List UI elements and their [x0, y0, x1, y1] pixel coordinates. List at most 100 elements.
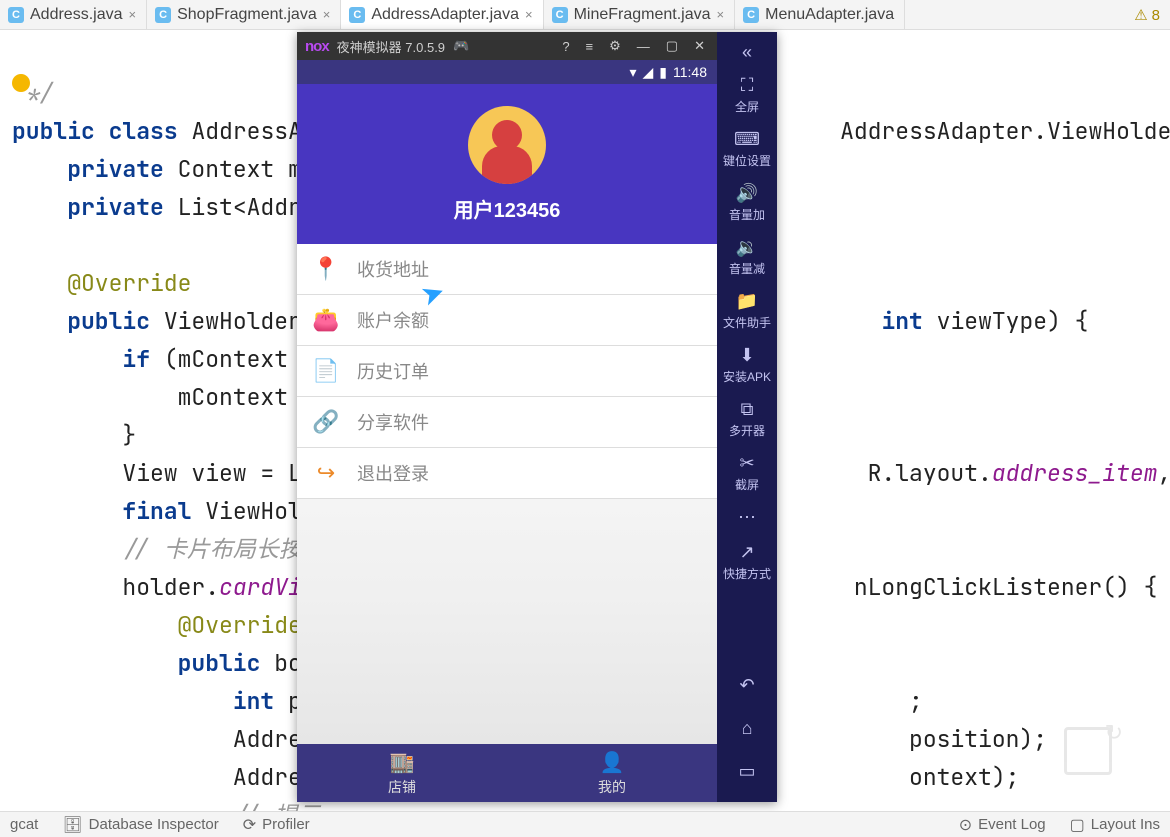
status-database-inspector[interactable]: 🗄Database Inspector: [62, 815, 218, 835]
code-line: viewType) {: [937, 306, 1089, 336]
close-icon[interactable]: ×: [129, 7, 137, 22]
code-line: nLongClickListener() {: [854, 572, 1158, 602]
code-line: // 卡片布局长按删: [122, 534, 324, 564]
editor-tabs: C Address.java × C ShopFragment.java × C…: [0, 0, 1170, 30]
code-line: @Override: [178, 610, 302, 640]
code-line: Context mC: [178, 154, 316, 184]
warning-count: 8: [1152, 7, 1160, 24]
menu-item-logout[interactable]: ↪ 退出登录: [297, 448, 717, 499]
code-line: if: [122, 344, 150, 374]
gamepad-icon[interactable]: 🎮: [453, 38, 469, 54]
nav-shop[interactable]: 🏬 店铺: [297, 744, 507, 802]
status-profiler[interactable]: ⟳Profiler: [243, 815, 310, 835]
tool-multi[interactable]: ⧉多开器: [717, 393, 777, 445]
status-label: Database Inspector: [89, 816, 219, 833]
profiler-icon: ⟳: [243, 815, 256, 835]
emulator-title-text: 夜神模拟器 7.0.5.9: [337, 37, 445, 56]
close-icon[interactable]: ×: [717, 7, 725, 22]
nav-label: 店铺: [388, 777, 416, 797]
nav-mine[interactable]: 👤 我的: [507, 744, 717, 802]
java-class-icon: C: [349, 7, 365, 23]
close-icon[interactable]: ✕: [690, 38, 709, 54]
volume-up-icon: 🔊: [736, 183, 758, 204]
location-icon: 📍: [313, 256, 339, 282]
tab-menuadapter[interactable]: C MenuAdapter.java: [735, 0, 905, 29]
tool-shortcut[interactable]: ↗快捷方式: [717, 536, 777, 588]
tool-fullscreen[interactable]: ⛶全屏: [717, 69, 777, 121]
minimize-icon[interactable]: —: [633, 39, 654, 54]
event-log-icon: ⊙: [959, 815, 972, 835]
menu-item-address[interactable]: 📍 收货地址: [297, 244, 717, 295]
code-line: AddressA: [191, 116, 301, 146]
close-icon[interactable]: ×: [525, 7, 533, 22]
intention-bulb-icon[interactable]: [12, 74, 30, 92]
code-line: ;: [909, 686, 923, 716]
code-line: ViewHolder: [164, 306, 302, 336]
emulator-titlebar[interactable]: nox 夜神模拟器 7.0.5.9 🎮 ? ≡ ⚙ — ▢ ✕: [297, 32, 717, 60]
layout-inspector-icon: ▢: [1070, 815, 1085, 835]
code-line: List<Addre: [178, 192, 316, 222]
help-icon[interactable]: ?: [558, 39, 573, 54]
tool-apk[interactable]: ⬇ 安装APK: [717, 339, 777, 391]
nox-logo: nox: [305, 38, 329, 55]
tab-minefragment[interactable]: C MineFragment.java ×: [544, 0, 736, 29]
emulator-screen-column: nox 夜神模拟器 7.0.5.9 🎮 ? ≡ ⚙ — ▢ ✕ ▾ ◢ ▮ 11…: [297, 32, 717, 802]
java-class-icon: C: [155, 7, 171, 23]
tool-voldown[interactable]: 🔉音量减: [717, 231, 777, 283]
code-line: @Override: [67, 268, 191, 298]
code-line: mContext =: [178, 382, 316, 412]
menu-label: 历史订单: [357, 358, 429, 384]
tool-more[interactable]: ⋯: [717, 501, 777, 534]
download-icon: ⬇: [739, 345, 754, 366]
tool-label: 音量加: [729, 206, 765, 223]
battery-icon: ▮: [659, 64, 667, 81]
menu-icon[interactable]: ≡: [582, 39, 598, 54]
shop-icon: 🏬: [390, 750, 415, 775]
menu-label: 分享软件: [357, 409, 429, 435]
tool-volup[interactable]: 🔊 音量加: [717, 177, 777, 229]
close-icon[interactable]: ×: [323, 7, 331, 22]
menu-item-history[interactable]: 📄 历史订单: [297, 346, 717, 397]
code-line: int: [233, 686, 274, 716]
folder-icon: 📁: [736, 291, 758, 312]
share-icon: 🔗: [313, 409, 339, 435]
status-label: Layout Ins: [1091, 816, 1160, 833]
android-status-bar: ▾ ◢ ▮ 11:48: [297, 60, 717, 84]
status-logcat[interactable]: gcat: [10, 816, 38, 833]
tab-addressadapter[interactable]: C AddressAdapter.java ×: [341, 0, 543, 29]
status-label: gcat: [10, 816, 38, 833]
menu-item-balance[interactable]: 👛 账户余额: [297, 295, 717, 346]
tab-shopfragment[interactable]: C ShopFragment.java ×: [147, 0, 341, 29]
java-class-icon: C: [552, 7, 568, 23]
android-back-button[interactable]: ↶: [739, 665, 754, 706]
tab-label: MineFragment.java: [574, 6, 711, 24]
code-line: int: [881, 306, 922, 336]
tool-label: 安装APK: [723, 368, 771, 385]
volume-down-icon: 🔉: [736, 237, 758, 258]
code-line: address_item: [992, 458, 1158, 488]
tool-label: 全屏: [735, 98, 759, 115]
tool-screenshot[interactable]: ✂截屏: [717, 447, 777, 499]
code-line: }: [122, 420, 136, 450]
avatar[interactable]: [468, 106, 546, 184]
document-icon: 📄: [313, 358, 339, 384]
status-layout-inspector[interactable]: ▢ Layout Ins: [1070, 815, 1160, 835]
settings-icon[interactable]: ⚙: [605, 38, 625, 54]
emulator-side-toolbar: « ⛶全屏 ⌨键位设置 🔊音量加 🔉音量减 📁文件助手 ⬇安装APK ⧉多开器 …: [717, 32, 777, 802]
menu-item-share[interactable]: 🔗 分享软件: [297, 397, 717, 448]
tool-file[interactable]: 📁文件助手: [717, 285, 777, 337]
tab-address[interactable]: C Address.java ×: [0, 0, 147, 29]
rotate-device-icon[interactable]: [1064, 727, 1112, 775]
warnings-indicator[interactable]: ⚠ 8: [1134, 6, 1160, 24]
android-home-button[interactable]: ⌂: [742, 708, 753, 749]
more-icon: ⋯: [738, 507, 756, 528]
nav-label: 我的: [598, 777, 626, 797]
tool-label: 截屏: [735, 476, 759, 493]
multi-instance-icon: ⧉: [741, 399, 754, 420]
tool-keymap[interactable]: ⌨键位设置: [717, 123, 777, 175]
collapse-icon[interactable]: «: [742, 42, 752, 63]
tool-label: 快捷方式: [723, 565, 771, 582]
maximize-icon[interactable]: ▢: [662, 38, 682, 54]
android-recent-button[interactable]: ▭: [738, 751, 755, 792]
status-event-log[interactable]: ⊙Event Log: [959, 815, 1046, 835]
